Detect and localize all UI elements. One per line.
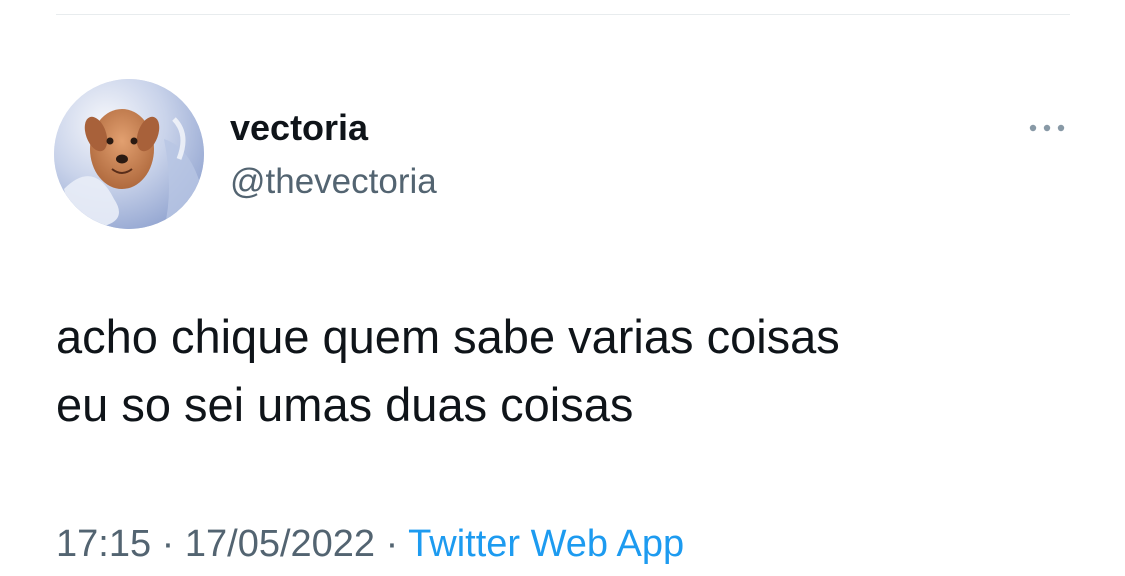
author-handle[interactable]: @thevectoria (230, 162, 437, 202)
more-horizontal-icon (1029, 124, 1065, 132)
author-display-name[interactable]: vectoria (230, 108, 368, 148)
avatar[interactable] (54, 79, 204, 229)
tweet-metadata: 17:15 · 17/05/2022 · Twitter Web App (56, 520, 684, 568)
top-divider (56, 14, 1070, 15)
meta-separator: · (162, 523, 185, 565)
tweet-time[interactable]: 17:15 (56, 523, 151, 565)
separator-dot: · (161, 523, 175, 565)
more-options-button[interactable] (1024, 116, 1070, 140)
tweet-source-link[interactable]: Twitter Web App (408, 523, 684, 565)
meta-separator: · (386, 523, 409, 565)
avatar-dog-icon (54, 79, 204, 229)
separator-dot: · (385, 523, 399, 565)
tweet-date[interactable]: 17/05/2022 (185, 523, 375, 565)
tweet-text: acho chique quem sabe varias coisas eu s… (56, 310, 840, 431)
